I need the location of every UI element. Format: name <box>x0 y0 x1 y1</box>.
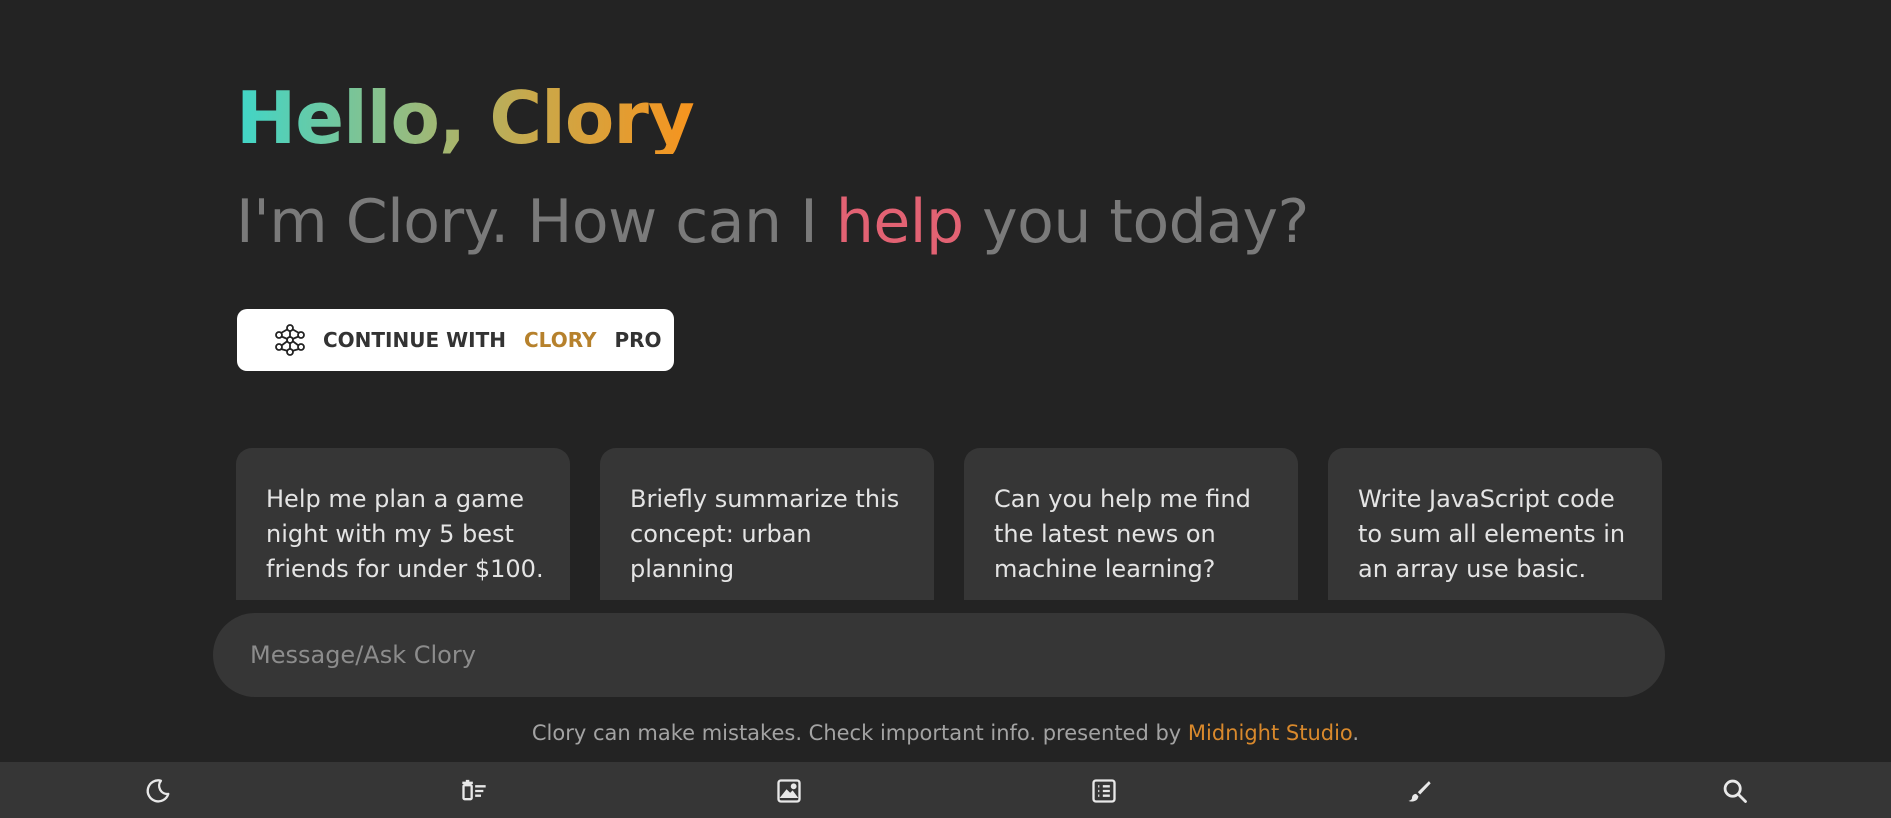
delete-list-icon <box>462 779 486 801</box>
list-icon <box>1092 779 1116 803</box>
search-icon <box>1723 779 1747 803</box>
bottom-toolbar <box>0 762 1891 818</box>
subtitle-text-start: I'm Clory. How can I <box>236 187 836 257</box>
prompt-bar <box>213 613 1665 697</box>
brush-icon <box>1408 781 1431 802</box>
suggestion-card-ml-news[interactable]: Can you help me find the latest news on … <box>964 448 1298 600</box>
list-button[interactable] <box>1089 776 1119 806</box>
pro-button-prefix: CONTINUE WITH <box>323 328 506 352</box>
suggestion-card-urban-planning[interactable]: Briefly summarize this concept: urban pl… <box>600 448 934 600</box>
continue-with-pro-button[interactable]: CONTINUE WITH CLORY PRO <box>237 309 674 371</box>
search-button[interactable] <box>1720 776 1750 806</box>
disclaimer-end: . <box>1352 721 1360 745</box>
studio-link[interactable]: Midnight Studio <box>1188 721 1353 745</box>
disclaimer-note: Clory can make mistakes. Check important… <box>0 721 1891 745</box>
suggestion-card-javascript[interactable]: Write JavaScript code to sum all element… <box>1328 448 1662 600</box>
subtitle-heading: I'm Clory. How can I help you today? <box>236 192 1309 252</box>
theme-toggle-button[interactable] <box>143 776 173 806</box>
pro-button-suffix: PRO <box>614 328 662 352</box>
pro-button-label: CONTINUE WITH CLORY PRO <box>323 328 662 352</box>
greeting-heading: Hello, Clory <box>236 76 695 160</box>
image-icon <box>777 779 801 803</box>
pro-button-brand: CLORY <box>524 328 597 352</box>
network-nodes-icon <box>273 323 307 357</box>
brush-button[interactable] <box>1404 776 1434 806</box>
message-input[interactable] <box>248 640 1665 670</box>
suggestion-card-game-night[interactable]: Help me plan a game night with my 5 best… <box>236 448 570 600</box>
subtitle-accent-word: help <box>835 187 964 257</box>
clear-history-button[interactable] <box>459 776 489 806</box>
subtitle-text-end: you today? <box>963 187 1309 257</box>
disclaimer-text: Clory can make mistakes. Check important… <box>531 721 1188 745</box>
moon-icon <box>146 779 170 803</box>
suggestion-cards: Help me plan a game night with my 5 best… <box>236 448 1662 600</box>
main-area: Hello, Clory I'm Clory. How can I help y… <box>0 0 1891 762</box>
image-button[interactable] <box>774 776 804 806</box>
